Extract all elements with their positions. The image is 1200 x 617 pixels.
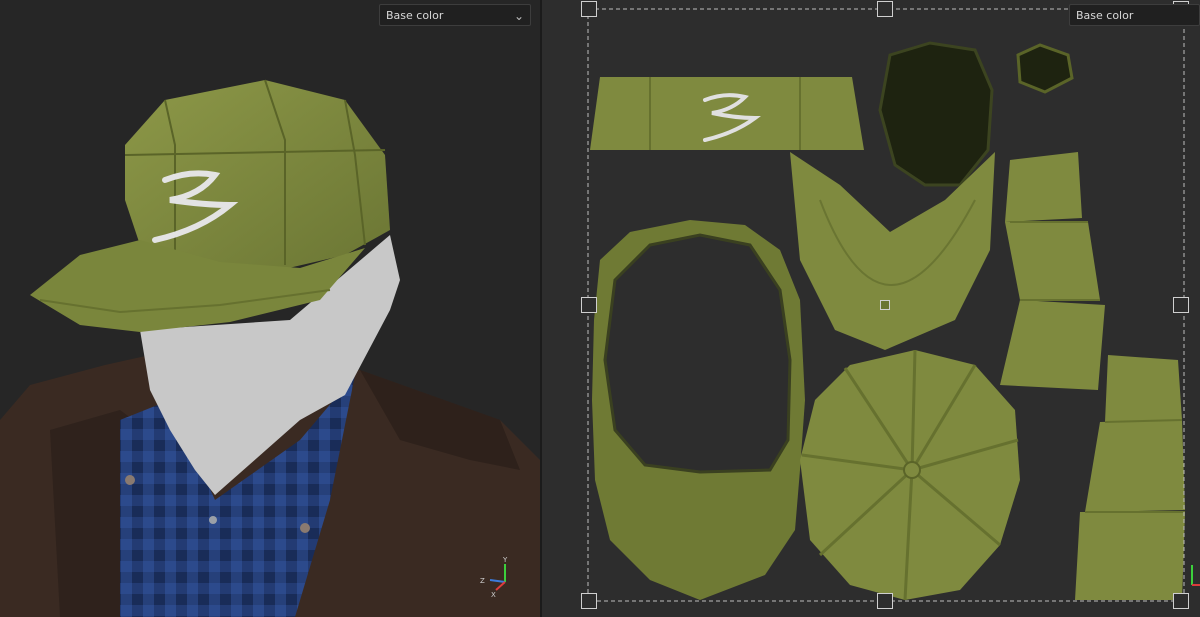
channel-dropdown-2d[interactable]: Base color — [1069, 4, 1200, 26]
chevron-down-icon: ⌄ — [513, 9, 524, 23]
uv-texture-render — [587, 8, 1185, 602]
2d-uv-viewport[interactable]: Base color — [542, 0, 1200, 617]
uv-front-panel — [590, 77, 864, 150]
channel-dropdown-label: Base color — [1076, 9, 1134, 22]
transform-handle-tc[interactable] — [877, 1, 893, 17]
channel-dropdown-3d[interactable]: Base color ⌄ — [379, 4, 531, 26]
channel-dropdown-label: Base color — [386, 9, 444, 22]
uv-brim-top — [790, 152, 995, 350]
transform-handle-br[interactable] — [1173, 593, 1189, 609]
transform-handle-bl[interactable] — [581, 593, 597, 609]
uv-inner-lining — [878, 41, 994, 187]
transform-handle-bc[interactable] — [877, 593, 893, 609]
transform-handle-mr[interactable] — [1173, 297, 1189, 313]
transform-handle-ml[interactable] — [581, 297, 597, 313]
3d-render — [0, 79, 540, 617]
uv-side-strip-1 — [1000, 152, 1105, 390]
uv-button-top — [1016, 43, 1074, 94]
3d-viewport[interactable]: Base color ⌄ Y Z X — [0, 0, 540, 617]
cap-crown — [125, 80, 390, 270]
transform-handle-center[interactable] — [880, 300, 890, 310]
transform-handle-tl[interactable] — [581, 1, 597, 17]
uv-side-strip-2 — [1075, 355, 1185, 600]
